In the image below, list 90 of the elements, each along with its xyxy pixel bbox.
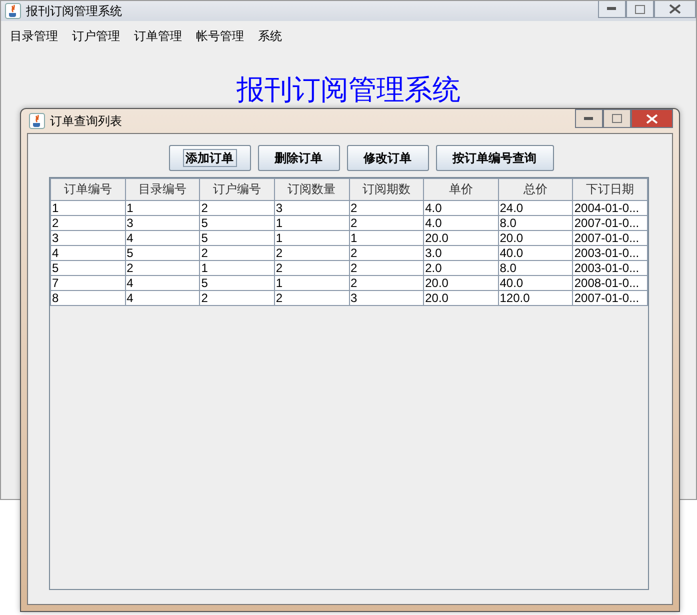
maximize-button[interactable]	[603, 109, 631, 128]
table-cell: 2	[349, 276, 424, 290]
table-cell: 4.0	[424, 200, 498, 216]
table-cell: 4	[125, 290, 200, 306]
table-cell: 4	[125, 276, 200, 290]
column-header[interactable]: 单价	[424, 178, 498, 200]
table-cell: 20.0	[424, 290, 498, 306]
table-cell: 4	[125, 230, 200, 246]
table-cell: 2	[349, 260, 424, 276]
table-cell: 2	[200, 290, 274, 306]
column-header[interactable]: 订户编号	[200, 178, 274, 200]
table-cell: 2004-01-0...	[572, 200, 648, 216]
cup-icon	[5, 3, 21, 19]
table-cell: 2	[274, 260, 349, 276]
menu-item[interactable]: 帐号管理	[196, 28, 244, 44]
table-cell: 5	[200, 276, 274, 290]
table-cell: 2	[274, 246, 349, 260]
table-cell: 1	[50, 200, 126, 216]
column-header[interactable]: 订阅期数	[349, 178, 424, 200]
column-header[interactable]: 订单编号	[50, 178, 126, 200]
table-cell: 40.0	[498, 246, 573, 260]
action-button[interactable]: 添加订单	[168, 145, 250, 171]
table-cell: 8	[50, 290, 126, 306]
table-cell: 5	[200, 230, 274, 246]
banner-title: 报刊订阅管理系统	[236, 75, 460, 105]
table-cell: 3	[349, 290, 424, 306]
cup-icon	[29, 113, 45, 129]
window-title: 订单查询列表	[50, 112, 122, 130]
table-cell: 4	[50, 246, 126, 260]
maximize-icon	[635, 4, 645, 14]
menu-item[interactable]: 订单管理	[134, 28, 182, 44]
column-header[interactable]: 目录编号	[125, 178, 200, 200]
table-cell: 3	[50, 230, 126, 246]
table-cell: 1	[349, 230, 424, 246]
table-cell: 5	[200, 216, 274, 230]
table-cell: 2	[50, 216, 126, 230]
table-cell: 20.0	[424, 230, 498, 246]
column-header[interactable]: 订阅数量	[274, 178, 349, 200]
action-button[interactable]: 删除订单	[258, 145, 340, 171]
table-cell: 2	[200, 246, 274, 260]
table-cell: 8.0	[498, 216, 573, 230]
table-cell: 5	[50, 260, 126, 276]
column-header[interactable]: 下订日期	[572, 178, 648, 200]
close-icon	[646, 114, 658, 124]
table-cell: 2003-01-0...	[572, 260, 648, 276]
maximize-icon	[612, 114, 622, 123]
table-cell: 1	[274, 216, 349, 230]
close-button[interactable]	[654, 1, 696, 18]
table-cell: 2	[200, 200, 274, 216]
table-cell: 8.0	[498, 260, 573, 276]
table-cell: 7	[50, 276, 126, 290]
minimize-icon	[584, 116, 594, 120]
table-cell: 5	[125, 246, 200, 260]
table-cell: 2	[349, 200, 424, 216]
table-cell: 2	[274, 290, 349, 306]
table-cell: 3	[274, 200, 349, 216]
menu-item[interactable]: 目录管理	[10, 28, 58, 44]
minimize-button[interactable]	[575, 109, 603, 128]
table-cell: 1	[274, 230, 349, 246]
minimize-icon	[607, 7, 617, 11]
table-cell: 20.0	[424, 276, 498, 290]
table-cell: 24.0	[498, 200, 573, 216]
menu-item[interactable]: 订户管理	[72, 28, 120, 44]
table-cell: 3	[125, 216, 200, 230]
table-cell: 120.0	[498, 290, 573, 306]
table-cell: 2007-01-0...	[572, 290, 648, 306]
table-cell: 2	[349, 216, 424, 230]
action-button[interactable]: 按订单编号查询	[436, 145, 554, 171]
menu-item[interactable]: 系统	[258, 28, 282, 44]
close-icon	[669, 4, 681, 14]
table-cell: 2007-01-0...	[572, 216, 648, 230]
table-cell: 1	[125, 200, 200, 216]
column-header[interactable]: 总价	[498, 178, 573, 200]
table-cell: 20.0	[498, 230, 573, 246]
close-button[interactable]	[631, 109, 673, 128]
table-cell: 1	[200, 260, 274, 276]
table-cell: 2	[125, 260, 200, 276]
table-cell: 2007-01-0...	[572, 230, 648, 246]
table-cell: 4.0	[424, 216, 498, 230]
minimize-button[interactable]	[598, 1, 626, 18]
action-button[interactable]: 修改订单	[346, 145, 428, 171]
maximize-button[interactable]	[626, 1, 654, 18]
table-cell: 3.0	[424, 246, 498, 260]
window-title: 报刊订阅管理系统	[26, 2, 122, 20]
table-cell: 1	[274, 276, 349, 290]
table-cell: 2.0	[424, 260, 498, 276]
table-cell: 2008-01-0...	[572, 276, 648, 290]
table-cell: 40.0	[498, 276, 573, 290]
table-cell: 2	[349, 246, 424, 260]
table-cell: 2003-01-0...	[572, 246, 648, 260]
